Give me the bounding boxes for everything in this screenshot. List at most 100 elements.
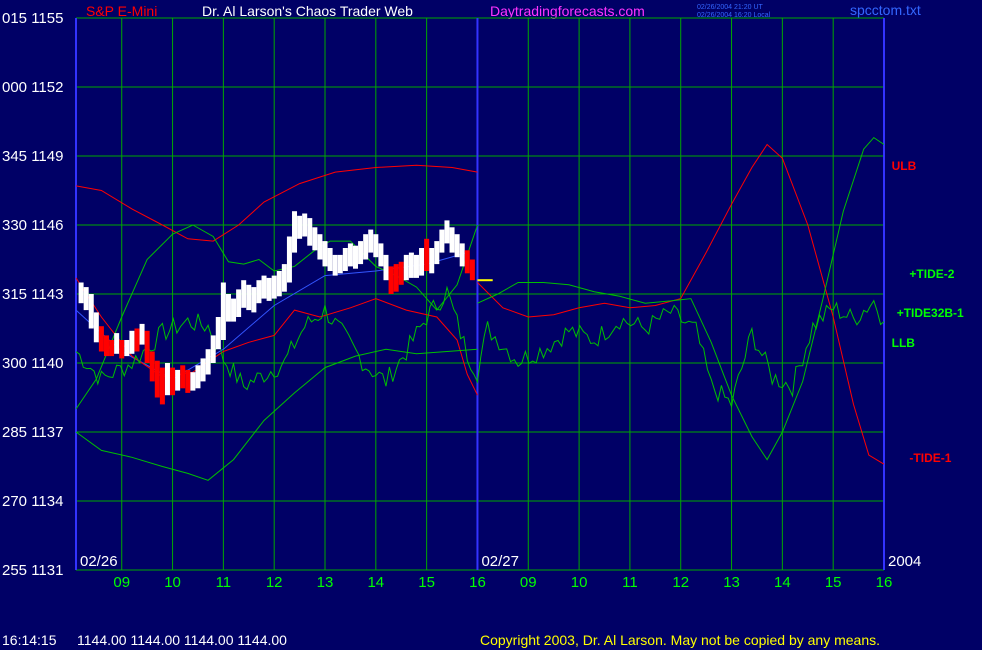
y-tick-label: 000 1152 <box>2 79 63 96</box>
price-bar <box>215 317 221 350</box>
x-tick-label: 09 <box>520 574 537 591</box>
line-label: -TIDE-1 <box>909 451 951 465</box>
price-bar <box>93 312 99 343</box>
price-bar <box>220 282 226 340</box>
price-bar <box>281 264 287 292</box>
date-marker-label: 2004 <box>888 553 921 570</box>
price-bar <box>205 349 211 375</box>
x-tick-label: 14 <box>367 574 384 591</box>
y-tick-labels: 015 1155 000 1152 345 1149 330 1146 315 1143… <box>2 10 63 579</box>
y-tick-label: 285 1137 <box>2 424 63 441</box>
y-tick-label: 015 1155 <box>2 10 63 27</box>
header-timestamp-ut: 02/26/2004 21:20 UT <box>697 4 763 11</box>
price-bar <box>170 367 176 396</box>
price-bar <box>459 243 465 267</box>
price-bar <box>88 294 94 329</box>
price-bar <box>144 330 150 363</box>
y-tick-label: 315 1143 <box>2 286 63 303</box>
price-bar <box>408 252 414 278</box>
price-bar <box>307 218 313 246</box>
price-bar <box>286 236 292 283</box>
price-bar <box>200 358 206 382</box>
price-bar <box>363 234 369 260</box>
price-bar <box>388 266 394 294</box>
price-bar <box>403 254 409 281</box>
x-tick-label: 16 <box>876 574 893 591</box>
footer-copyright: Copyright 2003, Dr. Al Larson. May not b… <box>480 632 880 648</box>
price-bar <box>429 248 435 274</box>
price-bar <box>98 326 104 352</box>
header-file: spcctom.txt <box>850 2 921 18</box>
price-bar <box>352 245 358 269</box>
price-bar <box>464 250 470 274</box>
price-bar <box>292 211 298 253</box>
x-tick-label: 12 <box>266 574 283 591</box>
header-site: Daytradingforecasts.com <box>490 3 645 19</box>
price-bar <box>231 298 237 322</box>
price-bar <box>378 243 384 267</box>
y-tick-label: 330 1146 <box>2 217 63 234</box>
header-title: Dr. Al Larson's Chaos Trader Web <box>202 3 413 19</box>
price-bar <box>383 254 389 281</box>
price-bar <box>419 248 425 276</box>
price-bar <box>114 333 120 354</box>
price-bar <box>454 234 460 258</box>
price-bar <box>164 363 170 396</box>
price-bar <box>342 248 348 271</box>
price-bar <box>332 254 338 276</box>
price-bar <box>317 234 323 260</box>
price-bar <box>225 294 231 322</box>
price-bar <box>246 284 252 311</box>
price-bar <box>424 238 430 271</box>
y-tick-label: 345 1149 <box>2 148 63 165</box>
price-bar <box>312 227 318 251</box>
price-bar <box>266 277 272 301</box>
price-bar <box>241 280 247 308</box>
price-bar <box>119 340 125 359</box>
price-bar <box>261 275 267 299</box>
price-bar <box>190 372 196 391</box>
price-bar <box>78 282 84 304</box>
price-bar <box>347 243 353 267</box>
price-bar <box>373 234 379 258</box>
date-marker-label: 02/27 <box>481 553 519 570</box>
price-bar <box>449 227 455 253</box>
price-bar <box>256 280 262 304</box>
price-bar <box>251 287 257 313</box>
price-bar <box>327 248 333 271</box>
price-bar <box>398 261 404 285</box>
line-label: +TIDE32B-1 <box>897 306 964 320</box>
price-bar <box>103 335 109 357</box>
price-bar <box>439 229 445 253</box>
x-tick-label: 11 <box>622 574 638 591</box>
price-bar <box>413 254 419 278</box>
x-tick-label: 10 <box>571 574 588 591</box>
x-tick-label: 13 <box>723 574 740 591</box>
x-tick-label: 10 <box>164 574 181 591</box>
price-bar <box>393 264 399 292</box>
price-bar <box>368 229 374 253</box>
x-tick-label: 11 <box>216 574 232 591</box>
price-bar <box>83 287 89 311</box>
price-bar <box>322 241 328 267</box>
price-bar <box>337 254 343 274</box>
y-tick-label: 300 1140 <box>2 355 63 372</box>
price-bar <box>175 369 181 391</box>
price-bar <box>154 360 160 398</box>
y-tick-label: 255 1131 <box>2 562 63 579</box>
line-label: LLB <box>892 336 916 350</box>
x-tick-label: 16 <box>469 574 486 591</box>
price-bar <box>139 323 145 345</box>
price-bar <box>124 340 130 357</box>
price-bar <box>195 365 201 389</box>
x-tick-label: 13 <box>317 574 334 591</box>
price-bar <box>185 369 191 393</box>
price-bar <box>434 241 440 265</box>
x-tick-label: 15 <box>825 574 842 591</box>
price-bar <box>109 340 115 357</box>
price-bar <box>129 330 135 354</box>
line-label: +TIDE-2 <box>909 267 954 281</box>
price-bar <box>469 259 475 281</box>
price-bar <box>302 213 308 237</box>
price-bar <box>297 215 303 239</box>
